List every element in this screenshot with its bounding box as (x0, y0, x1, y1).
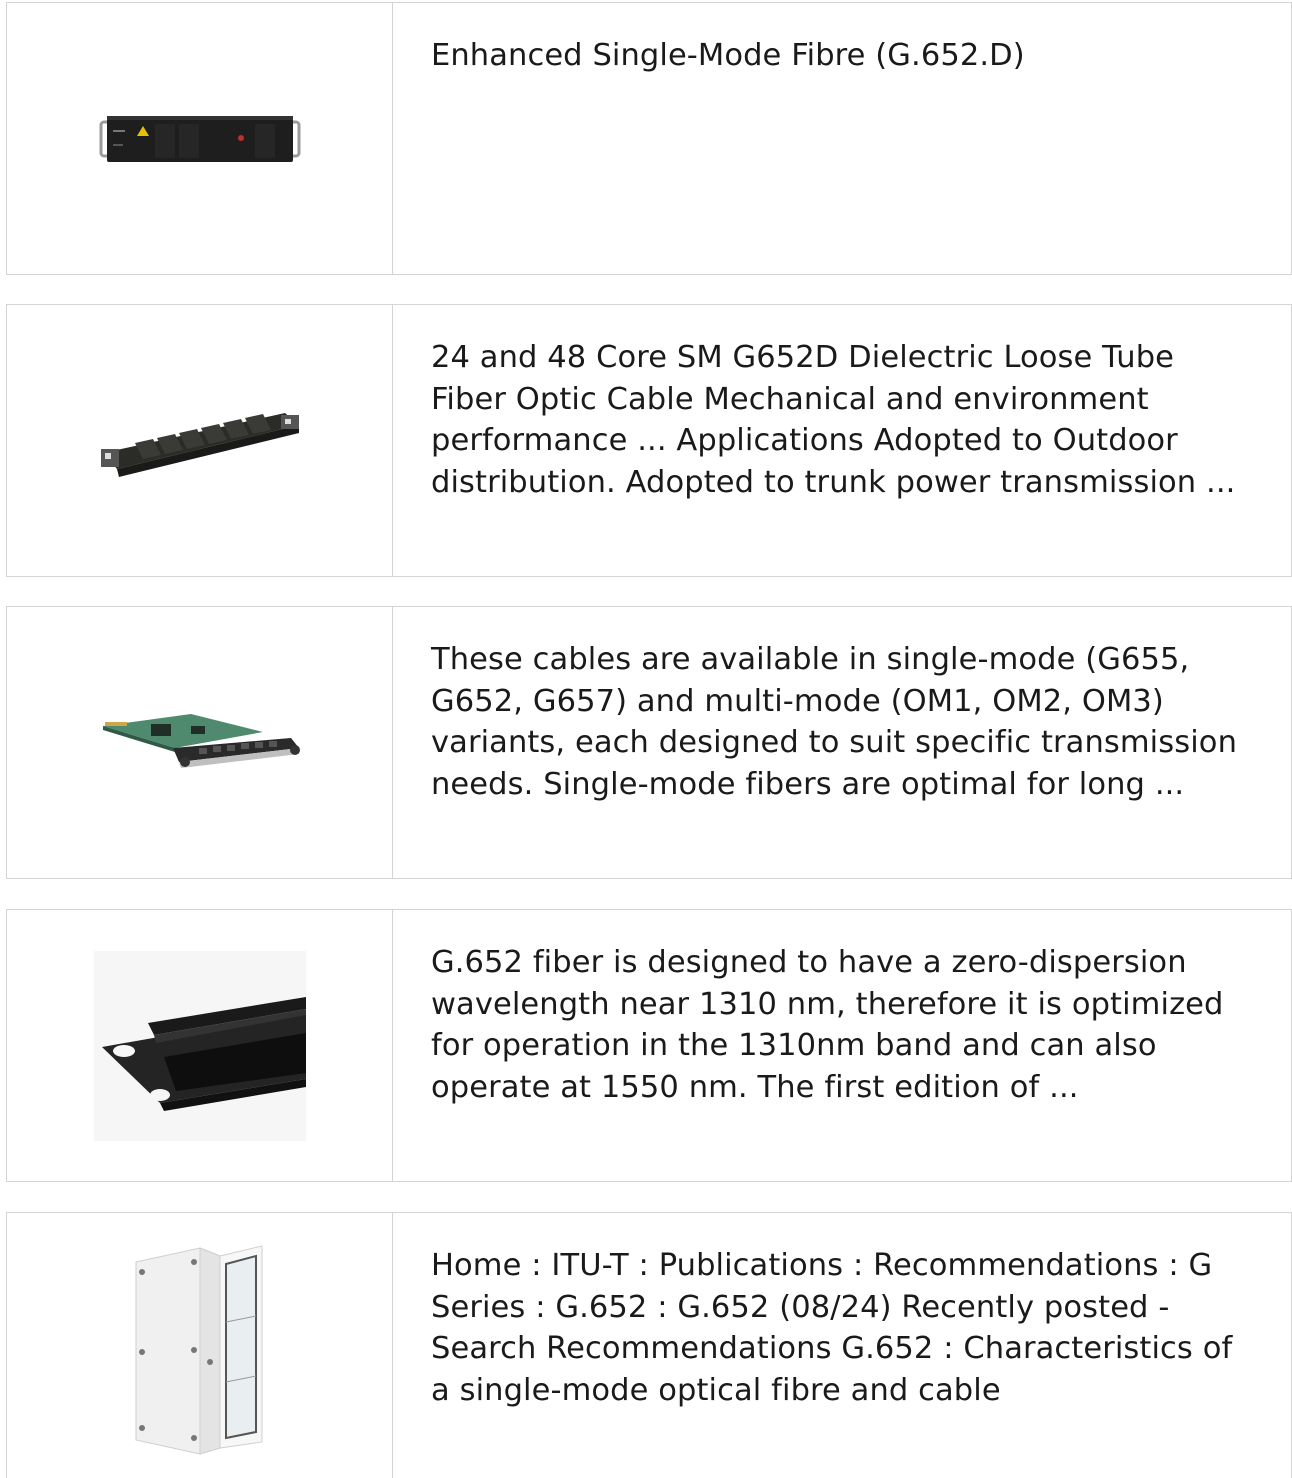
result-thumbnail[interactable] (7, 1213, 393, 1478)
result-thumbnail[interactable] (7, 3, 393, 274)
result-thumbnail[interactable] (7, 910, 393, 1181)
result-card[interactable]: These cables are available in single-mod… (6, 606, 1292, 879)
result-card[interactable]: Home : ITU-T : Publications : Recommenda… (6, 1212, 1292, 1478)
result-snippet[interactable]: Home : ITU-T : Publications : Recommenda… (393, 1213, 1291, 1478)
result-snippet[interactable]: These cables are available in single-mod… (393, 607, 1291, 878)
result-card[interactable]: 24 and 48 Core SM G652D Dielectric Loose… (6, 304, 1292, 577)
fiber-splice-closure-image (100, 412, 299, 477)
results-list: Enhanced Single-Mode Fibre (G.652.D) 24 … (0, 0, 1292, 1478)
line-card-module-image (102, 713, 300, 768)
result-snippet[interactable]: Enhanced Single-Mode Fibre (G.652.D) (393, 3, 1291, 274)
result-snippet[interactable]: G.652 fiber is designed to have a zero-d… (393, 910, 1291, 1181)
result-snippet[interactable]: 24 and 48 Core SM G652D Dielectric Loose… (393, 305, 1291, 576)
result-thumbnail[interactable] (7, 607, 393, 878)
white-cabinet-image (135, 1245, 262, 1455)
rack-mount-chassis-image (99, 115, 300, 162)
result-card[interactable]: Enhanced Single-Mode Fibre (G.652.D) (6, 2, 1292, 275)
brush-panel-image (93, 950, 306, 1141)
result-card[interactable]: G.652 fiber is designed to have a zero-d… (6, 909, 1292, 1182)
result-thumbnail[interactable] (7, 305, 393, 576)
